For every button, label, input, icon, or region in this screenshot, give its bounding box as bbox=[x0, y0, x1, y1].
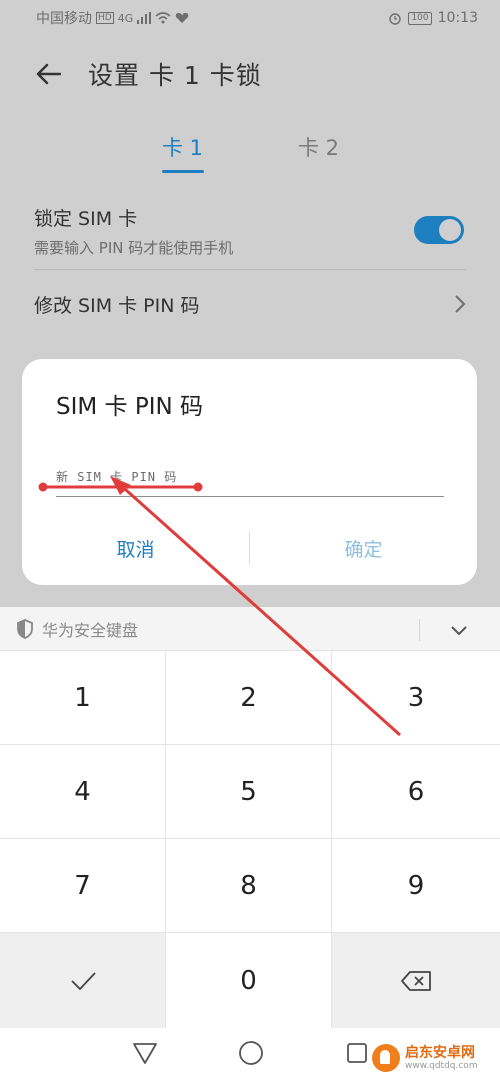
shield-icon bbox=[17, 618, 33, 639]
page-title: 设置 卡 1 卡锁 bbox=[88, 61, 262, 90]
signal-bars-icon bbox=[137, 12, 152, 24]
tab-sim-1[interactable]: 卡 1 bbox=[162, 132, 203, 162]
key-4[interactable]: 4 bbox=[0, 745, 166, 839]
key-confirm[interactable] bbox=[0, 933, 166, 1028]
key-1[interactable]: 1 bbox=[0, 651, 166, 745]
tab-sim-2[interactable]: 卡 2 bbox=[298, 132, 339, 162]
nav-home-icon[interactable] bbox=[236, 1038, 266, 1068]
status-right: 100 10:13 bbox=[388, 10, 478, 26]
watermark-url: www.qdtdq.com bbox=[405, 1061, 478, 1071]
status-left: 中国移动 HD 4G bbox=[36, 8, 189, 28]
wifi-icon bbox=[155, 12, 171, 24]
signal-icon: 4G bbox=[117, 11, 134, 25]
change-pin-label: 修改 SIM 卡 PIN 码 bbox=[34, 294, 200, 317]
lock-sim-toggle[interactable] bbox=[414, 216, 464, 244]
new-pin-input[interactable] bbox=[56, 457, 444, 497]
clock: 10:13 bbox=[437, 10, 478, 26]
hd-icon: HD bbox=[96, 12, 114, 24]
key-backspace[interactable] bbox=[332, 933, 500, 1028]
toggle-knob bbox=[439, 219, 461, 241]
keyboard-separator bbox=[419, 619, 420, 641]
cancel-button[interactable]: 取消 bbox=[22, 525, 249, 571]
nav-recent-icon[interactable] bbox=[342, 1038, 372, 1068]
key-3[interactable]: 3 bbox=[332, 651, 500, 745]
row-divider bbox=[34, 269, 466, 270]
backspace-icon bbox=[401, 970, 431, 991]
nav-back-icon[interactable] bbox=[130, 1038, 160, 1068]
keyboard-header: 华为安全键盘 bbox=[0, 607, 500, 651]
carrier-name: 中国移动 bbox=[36, 11, 92, 27]
key-5[interactable]: 5 bbox=[166, 745, 332, 839]
check-icon bbox=[70, 971, 96, 990]
sim-tabs: 卡 1 卡 2 bbox=[0, 132, 500, 176]
key-0[interactable]: 0 bbox=[166, 933, 332, 1028]
chevron-down-icon[interactable] bbox=[448, 619, 470, 641]
alarm-icon bbox=[389, 13, 402, 25]
watermark-name: 启东安卓网 bbox=[405, 1045, 475, 1061]
watermark-text: 启东安卓网 www.qdtdq.com bbox=[405, 1045, 478, 1071]
battery-icon: 100 bbox=[408, 11, 432, 25]
status-bar: 中国移动 HD 4G 100 10:13 bbox=[0, 0, 500, 36]
lock-sim-row[interactable]: 锁定 SIM 卡 需要输入 PIN 码才能使用手机 bbox=[34, 204, 466, 270]
numeric-keypad: 1 2 3 4 5 6 7 8 9 0 bbox=[0, 651, 500, 1028]
confirm-button[interactable]: 确定 bbox=[250, 525, 477, 571]
keyboard-name: 华为安全键盘 bbox=[42, 620, 139, 640]
key-7[interactable]: 7 bbox=[0, 839, 166, 933]
key-9[interactable]: 9 bbox=[332, 839, 500, 933]
change-pin-row[interactable]: 修改 SIM 卡 PIN 码 bbox=[34, 280, 466, 328]
heart-icon bbox=[176, 13, 189, 23]
key-6[interactable]: 6 bbox=[332, 745, 500, 839]
chevron-right-icon bbox=[455, 295, 466, 313]
app-header: 设置 卡 1 卡锁 bbox=[0, 48, 500, 100]
lock-sim-title: 锁定 SIM 卡 bbox=[34, 208, 138, 230]
pin-dialog: SIM 卡 PIN 码 取消 确定 bbox=[22, 359, 477, 585]
dialog-title: SIM 卡 PIN 码 bbox=[56, 394, 204, 420]
key-2[interactable]: 2 bbox=[166, 651, 332, 745]
lock-sim-subtitle: 需要输入 PIN 码才能使用手机 bbox=[34, 239, 234, 257]
key-8[interactable]: 8 bbox=[166, 839, 332, 933]
site-watermark: 启东安卓网 www.qdtdq.com bbox=[372, 1044, 478, 1072]
back-arrow-icon[interactable] bbox=[30, 56, 66, 92]
tab-indicator bbox=[162, 170, 204, 173]
watermark-logo bbox=[372, 1044, 400, 1072]
dialog-actions: 取消 确定 bbox=[22, 525, 477, 571]
